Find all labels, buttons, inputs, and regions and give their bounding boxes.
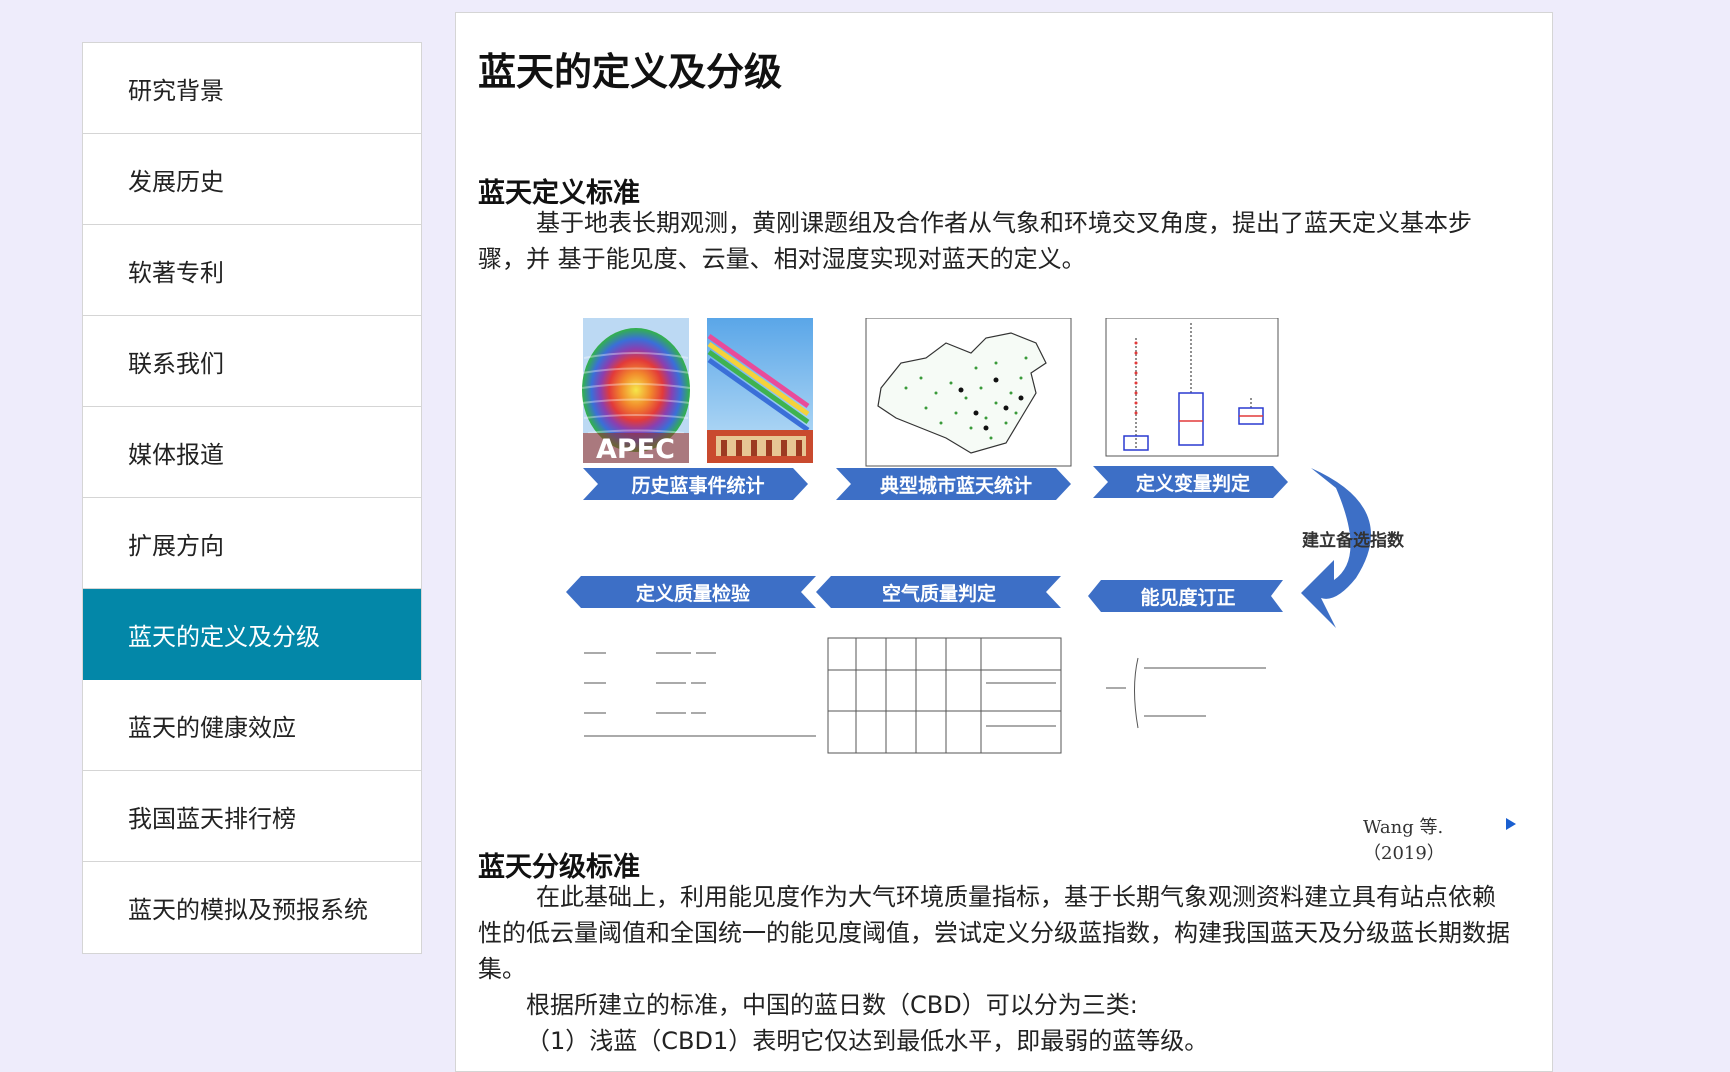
step-history-blue-events: 历史蓝事件统计 xyxy=(583,468,808,500)
step-visibility-correction: 能见度订正 xyxy=(1088,580,1283,612)
sidebar-item-patents[interactable]: 软著专利 xyxy=(83,225,421,316)
sidebar-item-research-background[interactable]: 研究背景 xyxy=(83,43,421,134)
svg-text:典型城市蓝天统计: 典型城市蓝天统计 xyxy=(880,474,1032,497)
step-quality-check: 定义质量检验 xyxy=(566,576,816,608)
svg-text:定义质量检验: 定义质量检验 xyxy=(636,582,751,605)
page-title: 蓝天的定义及分级 xyxy=(478,50,783,94)
box-plot xyxy=(1105,317,1279,457)
svg-text:能见度订正: 能见度订正 xyxy=(1140,586,1235,609)
step-variable-judgement: 定义变量判定 xyxy=(1093,466,1288,498)
apec-text: APEC xyxy=(596,434,675,465)
definition-workflow-figure: APEC 历史蓝事件统计 典型城市蓝天统计 定义变量判定 建立备选指数 定义质量… xyxy=(566,317,1516,864)
svg-text:定义变量判定: 定义变量判定 xyxy=(1136,472,1250,495)
grading-paragraph: 在此基础上，利用能见度作为大气环境质量指标，基于长期气象观测资料建立具有站点依赖… xyxy=(478,883,1510,983)
sidebar-nav: 研究背景 发展历史 软著专利 联系我们 媒体报道 扩展方向 蓝天的定义及分级 蓝… xyxy=(82,42,422,954)
play-icon[interactable] xyxy=(1506,818,1516,830)
sidebar-item-blue-sky-definition[interactable]: 蓝天的定义及分级 xyxy=(83,589,421,680)
apec-photo: APEC xyxy=(581,318,691,465)
workflow-diagram: APEC 历史蓝事件统计 典型城市蓝天统计 定义变量判定 建立备选指数 定义质量… xyxy=(566,317,1405,754)
verification-formula-image xyxy=(584,652,816,737)
figure-caption: Wang 等.（2019） xyxy=(1363,817,1445,864)
air-quality-table-image xyxy=(827,637,1062,754)
sidebar-item-contact[interactable]: 联系我们 xyxy=(83,316,421,407)
classification-item-1: （1）浅蓝（CBD1）表明它仅达到最低水平，即最弱的蓝等级。 xyxy=(526,1027,1209,1055)
sidebar-item-health-effects[interactable]: 蓝天的健康效应 xyxy=(83,680,421,771)
svg-text:历史蓝事件统计: 历史蓝事件统计 xyxy=(631,474,764,497)
airshow-photo xyxy=(707,318,813,463)
definition-paragraph: 基于地表长期观测，黄刚课题组及合作者从气象和环境交叉角度，提出了蓝天定义基本步骤… xyxy=(478,209,1472,273)
step-typical-city-stats: 典型城市蓝天统计 xyxy=(836,468,1071,500)
sidebar-item-media[interactable]: 媒体报道 xyxy=(83,407,421,498)
side-label: 建立备选指数 xyxy=(1302,530,1405,551)
classification-intro: 根据所建立的标准，中国的蓝日数（CBD）可以分为三类: xyxy=(526,991,1138,1019)
sidebar-item-ranking[interactable]: 我国蓝天排行榜 xyxy=(83,771,421,862)
sidebar-item-history[interactable]: 发展历史 xyxy=(83,134,421,225)
sidebar-item-extension[interactable]: 扩展方向 xyxy=(83,498,421,589)
main-content: 蓝天的定义及分级 蓝天定义标准 基于地表长期观测，黄刚课题组及合作者从气象和环境… xyxy=(455,12,1553,1072)
step-air-quality: 空气质量判定 xyxy=(816,576,1061,608)
svg-text:空气质量判定: 空气质量判定 xyxy=(882,582,996,605)
visibility-formula-image xyxy=(1106,657,1266,729)
sidebar-item-forecast-system[interactable]: 蓝天的模拟及预报系统 xyxy=(83,862,421,953)
china-map-plot xyxy=(865,317,1072,467)
